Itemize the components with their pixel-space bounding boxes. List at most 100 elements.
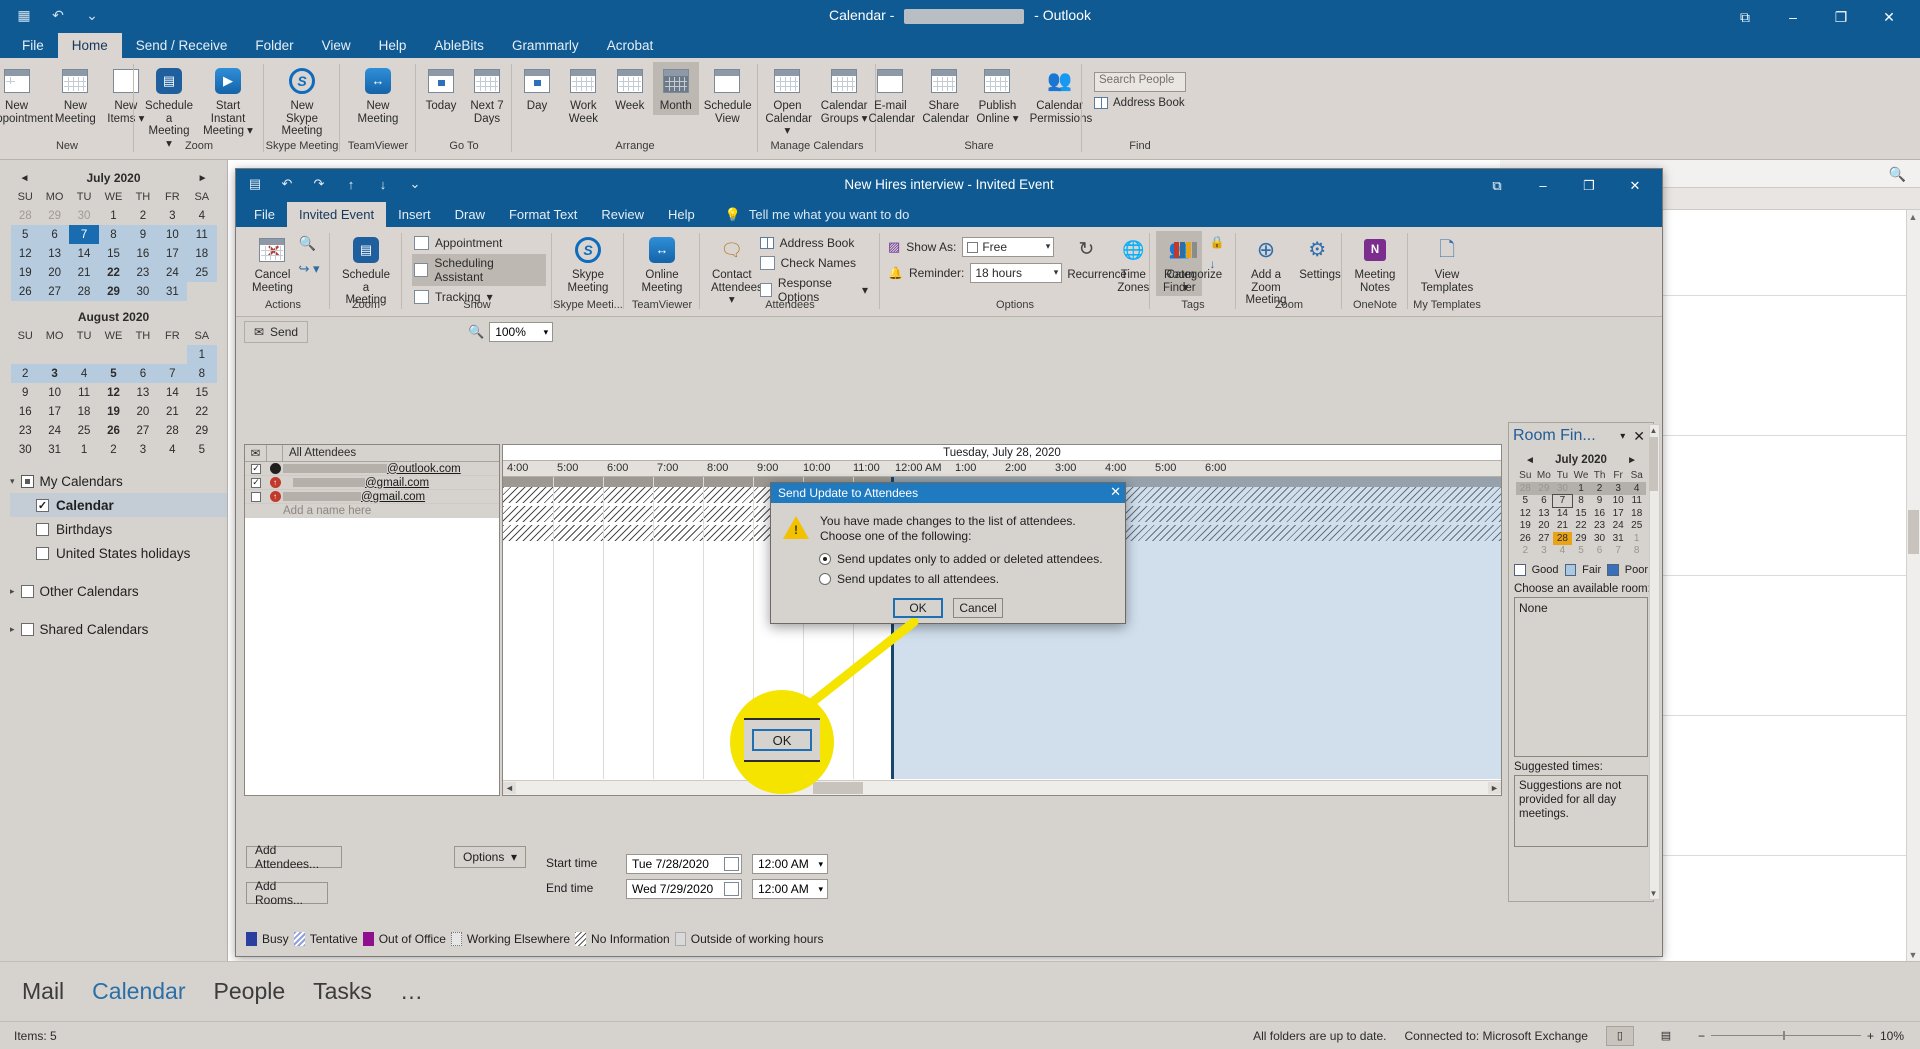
maximize-button[interactable]: ❐ [1818,4,1864,30]
show-scheduling-assistant-item[interactable]: Scheduling Assistant [412,254,546,286]
preview-meeting-icon[interactable]: 🔍 [298,235,319,252]
date-picker-icon[interactable] [724,882,739,896]
mini-cal-day[interactable]: 25 [69,421,98,440]
mini-cal-day[interactable]: 19 [10,263,40,282]
meeting-tab-review[interactable]: Review [589,202,656,227]
address-book-item[interactable]: Address Book [758,234,874,252]
zoom-in-button[interactable]: + [1867,1029,1874,1043]
mini-cal-day[interactable]: 29 [187,421,216,440]
send-button[interactable]: ✉ Send [244,321,308,343]
expand-triangle-icon[interactable]: ▸ [10,586,15,597]
end-date-field[interactable]: Wed 7/29/2020 [626,879,742,899]
mini-cal-day[interactable]: 22 [187,402,216,421]
scrollbar-thumb[interactable] [1908,510,1919,554]
search-people-input[interactable]: Search People [1094,72,1186,92]
radio-button-selected[interactable] [819,553,831,565]
mini-cal-day[interactable]: 17 [157,244,188,263]
chevron-down-icon[interactable]: ▾ [1620,431,1625,442]
rf-day[interactable]: 18 [1627,507,1646,520]
open-calendar-dropdown-icon[interactable]: ▾ [785,125,791,137]
mini-cal-day[interactable]: 29 [98,282,129,301]
expand-triangle-icon[interactable]: ▸ [10,624,15,635]
address-book-button[interactable]: Address Book [1094,97,1186,109]
mini-cal-day[interactable]: 11 [69,383,98,402]
schedule-view-button[interactable]: Schedule View [699,62,756,127]
mini-cal-day[interactable]: 9 [128,225,158,244]
calendar-item-calendar[interactable]: ✓ Calendar [10,493,227,517]
minimize-button[interactable]: – [1770,4,1816,30]
mini-cal-day[interactable]: 10 [40,383,69,402]
rf-day[interactable]: 30 [1590,532,1609,545]
mini-cal-day[interactable]: 8 [187,364,217,383]
start-time-field[interactable]: 12:00 AM ▾ [752,854,828,874]
module-nav-bar[interactable]: Mail Calendar People Tasks … [0,961,1920,1021]
rf-day[interactable]: 15 [1572,507,1591,520]
mini-cal-day[interactable]: 20 [128,402,157,421]
show-as-row[interactable]: ▨ Show As: Free ▾ [888,237,1062,257]
close-icon[interactable]: ✕ [1629,428,1649,445]
mini-cal-day[interactable]: 5 [10,225,40,244]
rf-day[interactable]: 27 [1535,532,1554,545]
tab-acrobat[interactable]: Acrobat [593,33,668,58]
check-names-item[interactable]: Check Names [758,254,874,272]
rf-day[interactable]: 2 [1590,482,1609,495]
share-calendar-button[interactable]: Share Calendar [917,62,970,127]
mini-cal-day[interactable]: 26 [10,282,40,301]
mini-cal-day[interactable]: 6 [128,364,158,383]
contact-attendees-button[interactable]: 🗨 Contact Attendees ▾ [706,231,763,309]
chevron-down-icon[interactable]: ▾ [511,850,517,864]
mini-cal-day[interactable] [11,345,40,364]
mini-cal-day[interactable]: 18 [187,244,217,263]
scrollbar-thumb[interactable] [1649,437,1658,491]
day-view-button[interactable]: Day [514,62,560,115]
mini-cal-day[interactable] [158,345,187,364]
normal-view-icon[interactable]: ▯ [1605,1025,1634,1046]
start-date-field[interactable]: Tue 7/28/2020 [626,854,742,874]
nav-item-people[interactable]: People [214,978,286,1005]
rf-day[interactable]: 29 [1534,482,1554,495]
month-view-button[interactable]: Month [652,62,699,115]
mini-cal-day[interactable]: 24 [157,263,188,282]
dialog-cancel-button[interactable]: Cancel [953,598,1003,618]
calendar-checkbox[interactable]: ✓ [36,498,49,512]
rf-day[interactable]: 2 [1516,545,1535,558]
scroll-left-icon[interactable]: ◄ [503,782,516,794]
add-rooms-button[interactable]: Add Rooms... [246,879,328,907]
new-meeting-button[interactable]: New Meeting [50,62,102,127]
mini-cal-day[interactable]: 25 [187,263,217,282]
chevron-down-icon[interactable]: ▾ [544,327,549,338]
attendee-checkbox[interactable]: ✓ [251,463,261,474]
search-icon[interactable]: 🔍 [1889,166,1906,183]
attendee-row[interactable]: ↑ @gmail.com [245,490,499,504]
dialog-close-icon[interactable]: ✕ [1110,484,1121,500]
zoom-slider-track[interactable] [1710,1031,1861,1040]
mini-cal-day[interactable]: 2 [99,440,128,459]
mini-cal-day[interactable] [99,345,128,364]
mini-cal-day[interactable]: 28 [11,206,40,225]
mini-cal-day[interactable]: 14 [69,244,99,263]
calendar-group-other-calendars[interactable]: ▸ Other Calendars [10,579,227,603]
mini-cal-day[interactable]: 5 [98,364,129,383]
mini-cal-day[interactable]: 8 [98,225,129,244]
mini-cal-day[interactable] [128,345,157,364]
mini-cal-day[interactable]: 26 [99,421,128,440]
response-options-dropdown-icon[interactable]: ▾ [862,283,868,297]
radio-option-all-attendees[interactable]: Send updates to all attendees. [819,572,1125,586]
scroll-down-icon[interactable]: ▼ [1907,948,1919,961]
rf-day[interactable]: 29 [1572,532,1591,545]
week-view-button[interactable]: Week [607,62,653,115]
rf-day[interactable]: 23 [1590,520,1609,533]
mini-cal-day[interactable]: 3 [158,206,187,225]
mini-calendar-august-grid[interactable]: SU MO TU WE TH FR SA 1 2 3 4 5 6 7 8 9 1… [10,327,217,459]
tab-ablebits[interactable]: AbleBits [420,33,498,58]
show-appointment-item[interactable]: Appointment [412,234,546,252]
us-holidays-checkbox[interactable] [36,546,49,560]
publish-online-dropdown-icon[interactable]: ▾ [1010,113,1019,125]
attendee-checkbox[interactable]: ✓ [251,477,261,488]
tab-help[interactable]: Help [365,33,421,58]
mini-cal-day[interactable]: 2 [128,206,157,225]
rf-day[interactable]: 24 [1609,520,1628,533]
meeting-minimize-button[interactable]: – [1520,172,1566,199]
next-month-icon[interactable]: ► [1624,455,1640,466]
radio-button-unselected[interactable] [819,573,831,585]
